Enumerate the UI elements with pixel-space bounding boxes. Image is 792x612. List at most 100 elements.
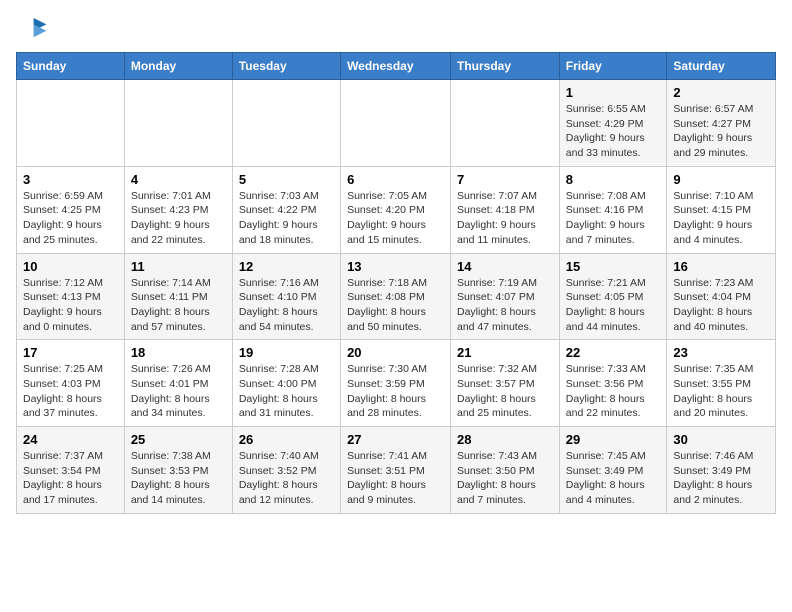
day-number: 27 xyxy=(347,432,444,447)
week-row-3: 10 Sunrise: 7:12 AMSunset: 4:13 PMDayligh… xyxy=(17,253,776,340)
day-number: 12 xyxy=(239,259,334,274)
day-number: 30 xyxy=(673,432,769,447)
day-info: Sunrise: 7:40 AMSunset: 3:52 PMDaylight:… xyxy=(239,449,334,508)
day-number: 25 xyxy=(131,432,226,447)
day-info: Sunrise: 7:30 AMSunset: 3:59 PMDaylight:… xyxy=(347,362,444,421)
day-number: 4 xyxy=(131,172,226,187)
day-number: 21 xyxy=(457,345,553,360)
calendar-cell: 27 Sunrise: 7:41 AMSunset: 3:51 PMDayligh… xyxy=(341,427,451,514)
day-info: Sunrise: 7:19 AMSunset: 4:07 PMDaylight:… xyxy=(457,276,553,335)
calendar-cell xyxy=(451,80,560,167)
calendar-cell: 17 Sunrise: 7:25 AMSunset: 4:03 PMDayligh… xyxy=(17,340,125,427)
calendar-cell: 11 Sunrise: 7:14 AMSunset: 4:11 PMDayligh… xyxy=(124,253,232,340)
calendar-cell: 19 Sunrise: 7:28 AMSunset: 4:00 PMDayligh… xyxy=(232,340,340,427)
day-info: Sunrise: 7:32 AMSunset: 3:57 PMDaylight:… xyxy=(457,362,553,421)
logo-icon xyxy=(16,16,48,44)
day-info: Sunrise: 7:10 AMSunset: 4:15 PMDaylight:… xyxy=(673,189,769,248)
day-number: 18 xyxy=(131,345,226,360)
day-number: 22 xyxy=(566,345,661,360)
day-info: Sunrise: 7:14 AMSunset: 4:11 PMDaylight:… xyxy=(131,276,226,335)
calendar-cell: 25 Sunrise: 7:38 AMSunset: 3:53 PMDayligh… xyxy=(124,427,232,514)
week-row-2: 3 Sunrise: 6:59 AMSunset: 4:25 PMDaylight… xyxy=(17,166,776,253)
day-info: Sunrise: 7:41 AMSunset: 3:51 PMDaylight:… xyxy=(347,449,444,508)
calendar-cell: 9Sunrise: 7:10 AMSunset: 4:15 PMDaylight… xyxy=(667,166,776,253)
calendar-cell: 10 Sunrise: 7:12 AMSunset: 4:13 PMDayligh… xyxy=(17,253,125,340)
calendar-cell: 2 Sunrise: 6:57 AMSunset: 4:27 PMDaylight… xyxy=(667,80,776,167)
calendar-cell: 6 Sunrise: 7:05 AMSunset: 4:20 PMDaylight… xyxy=(341,166,451,253)
week-row-5: 24 Sunrise: 7:37 AMSunset: 3:54 PMDayligh… xyxy=(17,427,776,514)
day-number: 20 xyxy=(347,345,444,360)
day-info: Sunrise: 7:25 AMSunset: 4:03 PMDaylight:… xyxy=(23,362,118,421)
day-info: Sunrise: 6:55 AMSunset: 4:29 PMDaylight:… xyxy=(566,102,661,161)
calendar-cell: 21 Sunrise: 7:32 AMSunset: 3:57 PMDayligh… xyxy=(451,340,560,427)
calendar-table: SundayMondayTuesdayWednesdayThursdayFrid… xyxy=(16,52,776,514)
day-number: 19 xyxy=(239,345,334,360)
calendar-cell: 14 Sunrise: 7:19 AMSunset: 4:07 PMDayligh… xyxy=(451,253,560,340)
day-info: Sunrise: 7:35 AMSunset: 3:55 PMDaylight:… xyxy=(673,362,769,421)
calendar-cell: 26 Sunrise: 7:40 AMSunset: 3:52 PMDayligh… xyxy=(232,427,340,514)
header xyxy=(16,16,776,44)
day-info: Sunrise: 7:45 AMSunset: 3:49 PMDaylight:… xyxy=(566,449,661,508)
weekday-header-row: SundayMondayTuesdayWednesdayThursdayFrid… xyxy=(17,53,776,80)
day-info: Sunrise: 7:38 AMSunset: 3:53 PMDaylight:… xyxy=(131,449,226,508)
day-info: Sunrise: 7:21 AMSunset: 4:05 PMDaylight:… xyxy=(566,276,661,335)
day-number: 11 xyxy=(131,259,226,274)
calendar-cell: 1 Sunrise: 6:55 AMSunset: 4:29 PMDaylight… xyxy=(559,80,667,167)
calendar-cell: 12 Sunrise: 7:16 AMSunset: 4:10 PMDayligh… xyxy=(232,253,340,340)
day-number: 7 xyxy=(457,172,553,187)
day-info: Sunrise: 7:05 AMSunset: 4:20 PMDaylight:… xyxy=(347,189,444,248)
day-number: 28 xyxy=(457,432,553,447)
day-number: 24 xyxy=(23,432,118,447)
calendar-cell: 30 Sunrise: 7:46 AMSunset: 3:49 PMDayligh… xyxy=(667,427,776,514)
calendar-cell: 4Sunrise: 7:01 AMSunset: 4:23 PMDaylight… xyxy=(124,166,232,253)
day-number: 6 xyxy=(347,172,444,187)
day-number: 3 xyxy=(23,172,118,187)
calendar-cell xyxy=(232,80,340,167)
day-number: 15 xyxy=(566,259,661,274)
day-info: Sunrise: 7:46 AMSunset: 3:49 PMDaylight:… xyxy=(673,449,769,508)
day-info: Sunrise: 7:43 AMSunset: 3:50 PMDaylight:… xyxy=(457,449,553,508)
day-number: 5 xyxy=(239,172,334,187)
day-info: Sunrise: 6:59 AMSunset: 4:25 PMDaylight:… xyxy=(23,189,118,248)
week-row-1: 1 Sunrise: 6:55 AMSunset: 4:29 PMDaylight… xyxy=(17,80,776,167)
day-info: Sunrise: 7:26 AMSunset: 4:01 PMDaylight:… xyxy=(131,362,226,421)
weekday-header-saturday: Saturday xyxy=(667,53,776,80)
calendar-cell: 20 Sunrise: 7:30 AMSunset: 3:59 PMDayligh… xyxy=(341,340,451,427)
day-info: Sunrise: 7:07 AMSunset: 4:18 PMDaylight:… xyxy=(457,189,553,248)
calendar-cell: 7 Sunrise: 7:07 AMSunset: 4:18 PMDaylight… xyxy=(451,166,560,253)
weekday-header-sunday: Sunday xyxy=(17,53,125,80)
calendar-cell: 3 Sunrise: 6:59 AMSunset: 4:25 PMDaylight… xyxy=(17,166,125,253)
day-number: 13 xyxy=(347,259,444,274)
week-row-4: 17 Sunrise: 7:25 AMSunset: 4:03 PMDayligh… xyxy=(17,340,776,427)
calendar-cell xyxy=(124,80,232,167)
weekday-header-monday: Monday xyxy=(124,53,232,80)
day-info: Sunrise: 7:12 AMSunset: 4:13 PMDaylight:… xyxy=(23,276,118,335)
calendar-cell xyxy=(341,80,451,167)
calendar-cell: 15 Sunrise: 7:21 AMSunset: 4:05 PMDayligh… xyxy=(559,253,667,340)
day-number: 17 xyxy=(23,345,118,360)
day-info: Sunrise: 7:23 AMSunset: 4:04 PMDaylight:… xyxy=(673,276,769,335)
calendar-cell: 29Sunrise: 7:45 AMSunset: 3:49 PMDayligh… xyxy=(559,427,667,514)
day-info: Sunrise: 7:28 AMSunset: 4:00 PMDaylight:… xyxy=(239,362,334,421)
day-number: 10 xyxy=(23,259,118,274)
day-number: 26 xyxy=(239,432,334,447)
calendar-cell: 13 Sunrise: 7:18 AMSunset: 4:08 PMDayligh… xyxy=(341,253,451,340)
weekday-header-wednesday: Wednesday xyxy=(341,53,451,80)
logo xyxy=(16,16,52,44)
day-info: Sunrise: 7:16 AMSunset: 4:10 PMDaylight:… xyxy=(239,276,334,335)
day-info: Sunrise: 7:18 AMSunset: 4:08 PMDaylight:… xyxy=(347,276,444,335)
calendar-cell: 22Sunrise: 7:33 AMSunset: 3:56 PMDayligh… xyxy=(559,340,667,427)
day-info: Sunrise: 6:57 AMSunset: 4:27 PMDaylight:… xyxy=(673,102,769,161)
weekday-header-tuesday: Tuesday xyxy=(232,53,340,80)
day-number: 2 xyxy=(673,85,769,100)
calendar-cell: 16Sunrise: 7:23 AMSunset: 4:04 PMDayligh… xyxy=(667,253,776,340)
calendar-cell xyxy=(17,80,125,167)
calendar-cell: 24 Sunrise: 7:37 AMSunset: 3:54 PMDayligh… xyxy=(17,427,125,514)
calendar-cell: 18 Sunrise: 7:26 AMSunset: 4:01 PMDayligh… xyxy=(124,340,232,427)
day-info: Sunrise: 7:03 AMSunset: 4:22 PMDaylight:… xyxy=(239,189,334,248)
day-number: 1 xyxy=(566,85,661,100)
day-info: Sunrise: 7:37 AMSunset: 3:54 PMDaylight:… xyxy=(23,449,118,508)
day-number: 14 xyxy=(457,259,553,274)
day-number: 23 xyxy=(673,345,769,360)
weekday-header-friday: Friday xyxy=(559,53,667,80)
